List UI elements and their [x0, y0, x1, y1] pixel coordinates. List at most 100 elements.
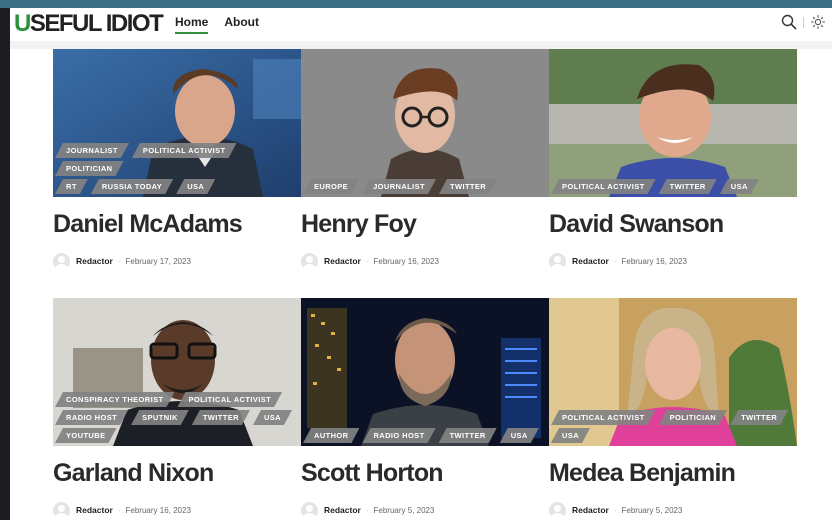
post-date: February 16, 2023: [125, 505, 191, 515]
tag-row: CONSPIRACY THEORIST POLITICAL ACTIVIST: [55, 392, 301, 407]
post-thumbnail[interactable]: JOURNALIST POLITICAL ACTIVIST POLITICIAN…: [53, 49, 301, 197]
post-meta: Redactor · February 16, 2023: [549, 252, 687, 270]
tag-conspiracy-theorist[interactable]: CONSPIRACY THEORIST: [55, 392, 174, 407]
post-thumbnail[interactable]: EUROPE JOURNALIST TWITTER: [301, 49, 549, 197]
post-date: February 17, 2023: [125, 256, 191, 266]
search-icon[interactable]: [781, 14, 797, 30]
tag-usa[interactable]: USA: [500, 428, 539, 443]
site-logo[interactable]: USEFUL IDIOT: [14, 10, 164, 38]
tag-row: AUTHOR RADIO HOST TWITTER USA: [303, 428, 549, 443]
tag-author[interactable]: AUTHOR: [303, 428, 359, 443]
author-name[interactable]: Redactor: [76, 505, 113, 515]
tag-row: POLITICAL ACTIVIST POLITICIAN TWITTER: [551, 410, 797, 425]
post-meta: Redactor · February 17, 2023: [53, 252, 191, 270]
meta-separator: ·: [365, 505, 369, 515]
author-name[interactable]: Redactor: [324, 505, 361, 515]
author-avatar-icon[interactable]: [549, 501, 566, 519]
post-meta: Redactor · February 16, 2023: [53, 501, 191, 519]
tag-twitter[interactable]: TWITTER: [192, 410, 250, 425]
header-underbar: [10, 41, 832, 49]
author-name[interactable]: Redactor: [324, 256, 361, 266]
portrait-image: [549, 49, 797, 197]
meta-separator: ·: [117, 505, 121, 515]
post-title[interactable]: Garland Nixon: [53, 458, 214, 488]
logo-initial: U: [14, 10, 31, 37]
post-thumbnail[interactable]: POLITICAL ACTIVIST TWITTER USA: [549, 49, 797, 197]
tag-twitter[interactable]: TWITTER: [439, 428, 497, 443]
tag-political-activist[interactable]: POLITICAL ACTIVIST: [132, 143, 237, 158]
author-avatar-icon[interactable]: [549, 252, 566, 270]
tag-journalist[interactable]: JOURNALIST: [55, 143, 129, 158]
tag-twitter[interactable]: TWITTER: [439, 179, 497, 194]
logo-text: SEFUL IDIOT: [29, 10, 164, 37]
tag-usa[interactable]: USA: [253, 410, 292, 425]
meta-separator: ·: [365, 256, 369, 266]
post-meta: Redactor · February 16, 2023: [301, 252, 439, 270]
post-date: February 16, 2023: [373, 256, 439, 266]
tag-journalist[interactable]: JOURNALIST: [362, 179, 436, 194]
tag-row: RADIO HOST SPUTNIK TWITTER USA: [55, 410, 301, 425]
tag-list: AUTHOR RADIO HOST TWITTER USA: [301, 428, 549, 446]
tag-political-activist[interactable]: POLITICAL ACTIVIST: [551, 410, 656, 425]
post-date: February 5, 2023: [621, 505, 683, 515]
author-avatar-icon[interactable]: [53, 501, 70, 519]
tag-radio-host[interactable]: RADIO HOST: [362, 428, 435, 443]
post-date: February 16, 2023: [621, 256, 687, 266]
tag-political-activist[interactable]: POLITICAL ACTIVIST: [551, 179, 656, 194]
post-title[interactable]: Henry Foy: [301, 209, 417, 239]
author-avatar-icon[interactable]: [301, 252, 318, 270]
tag-usa[interactable]: USA: [176, 179, 215, 194]
tag-radio-host[interactable]: RADIO HOST: [55, 410, 128, 425]
tag-sputnik[interactable]: SPUTNIK: [131, 410, 189, 425]
tag-list: CONSPIRACY THEORIST POLITICAL ACTIVIST R…: [53, 392, 301, 446]
post-title[interactable]: Medea Benjamin: [549, 458, 736, 488]
theme-toggle-icon[interactable]: [810, 14, 826, 30]
page: USEFUL IDIOT Home About JOURNALIST POLIT…: [10, 8, 832, 520]
post-thumbnail[interactable]: CONSPIRACY THEORIST POLITICAL ACTIVIST R…: [53, 298, 301, 446]
tag-twitter[interactable]: TWITTER: [730, 410, 788, 425]
portrait-image: [301, 298, 549, 446]
portrait-image: [301, 49, 549, 197]
site-header: USEFUL IDIOT Home About: [10, 8, 832, 41]
tag-russia-today[interactable]: RUSSIA TODAY: [91, 179, 173, 194]
tag-politician[interactable]: POLITICIAN: [55, 161, 124, 176]
tag-row: JOURNALIST POLITICAL ACTIVIST POLITICIAN: [55, 143, 301, 176]
post-meta: Redactor · February 5, 2023: [301, 501, 434, 519]
author-name[interactable]: Redactor: [572, 505, 609, 515]
post-title[interactable]: David Swanson: [549, 209, 724, 239]
author-avatar-icon[interactable]: [301, 501, 318, 519]
header-divider: [803, 17, 804, 28]
main-nav: Home About: [175, 15, 259, 34]
author-name[interactable]: Redactor: [76, 256, 113, 266]
tag-list: EUROPE JOURNALIST TWITTER: [301, 179, 549, 197]
tag-europe[interactable]: EUROPE: [303, 179, 359, 194]
post-meta: Redactor · February 5, 2023: [549, 501, 682, 519]
nav-about[interactable]: About: [224, 15, 259, 34]
tag-row: YOUTUBE: [55, 428, 301, 443]
nav-home[interactable]: Home: [175, 15, 209, 34]
tag-youtube[interactable]: YOUTUBE: [55, 428, 116, 443]
tag-usa[interactable]: USA: [551, 428, 590, 443]
tag-politician[interactable]: POLITICIAN: [659, 410, 728, 425]
tag-row: RT RUSSIA TODAY USA: [55, 179, 301, 194]
post-title[interactable]: Daniel McAdams: [53, 209, 243, 239]
tag-list: POLITICAL ACTIVIST POLITICIAN TWITTER US…: [549, 410, 797, 446]
post-date: February 5, 2023: [373, 505, 435, 515]
tag-row: EUROPE JOURNALIST TWITTER: [303, 179, 549, 194]
meta-separator: ·: [613, 256, 617, 266]
tag-rt[interactable]: RT: [55, 179, 88, 194]
tag-twitter[interactable]: TWITTER: [659, 179, 717, 194]
tag-row: USA: [551, 428, 797, 443]
tag-list: JOURNALIST POLITICAL ACTIVIST POLITICIAN…: [53, 143, 301, 197]
post-thumbnail[interactable]: AUTHOR RADIO HOST TWITTER USA: [301, 298, 549, 446]
post-thumbnail[interactable]: POLITICAL ACTIVIST POLITICIAN TWITTER US…: [549, 298, 797, 446]
author-name[interactable]: Redactor: [572, 256, 609, 266]
post-title[interactable]: Scott Horton: [301, 458, 444, 488]
tag-political-activist[interactable]: POLITICAL ACTIVIST: [177, 392, 282, 407]
tag-list: POLITICAL ACTIVIST TWITTER USA: [549, 179, 797, 197]
tag-row: POLITICAL ACTIVIST TWITTER USA: [551, 179, 797, 194]
author-avatar-icon[interactable]: [53, 252, 70, 270]
meta-separator: ·: [117, 256, 121, 266]
tag-usa[interactable]: USA: [720, 179, 759, 194]
meta-separator: ·: [613, 505, 617, 515]
